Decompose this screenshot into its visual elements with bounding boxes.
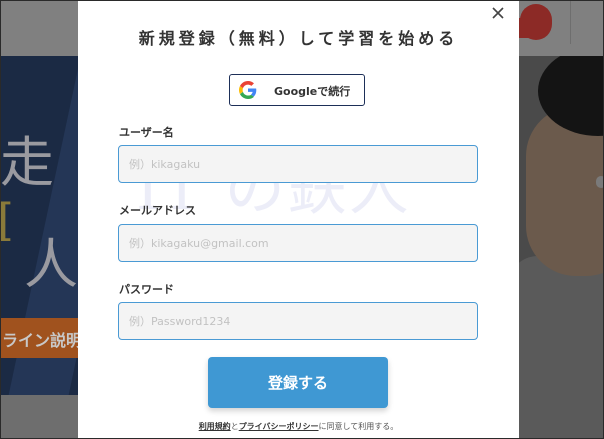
password-label: パスワード [119, 283, 174, 296]
google-button-label: Googleで続行 [274, 85, 351, 98]
background-banner-text: ライン説明 [2, 331, 83, 350]
background-hero-char: I [0, 191, 14, 254]
google-g-icon [239, 81, 257, 99]
username-input[interactable] [118, 145, 478, 183]
modal-title: 新規登録（無料）して学習を始める [138, 29, 459, 48]
person-body [518, 256, 604, 439]
background-hero-char: 人 [24, 233, 78, 296]
close-icon [492, 7, 504, 19]
background-banner: ライン説明 [0, 318, 83, 358]
email-input[interactable] [118, 224, 478, 262]
background-hero-photo [518, 56, 604, 439]
google-signin-button[interactable]: Googleで続行 [229, 74, 365, 106]
privacy-policy-link[interactable]: プライバシーポリシー [239, 422, 319, 431]
terms-link[interactable]: 利用規約 [199, 422, 231, 431]
username-label: ユーザー名 [119, 126, 174, 139]
background-hero-char: 走 [0, 131, 54, 194]
background-button-pill [520, 4, 552, 40]
earbud [596, 176, 604, 188]
signup-modal: 新規登録（無料）して学習を始める Googleで続行 IT の鉄人 ユーザー名 … [78, 0, 519, 439]
register-button[interactable]: 登録する [208, 357, 388, 408]
close-button[interactable] [490, 5, 506, 21]
terms-suffix: に同意して利用する。 [318, 422, 399, 431]
background-strip [0, 395, 80, 439]
password-input[interactable] [118, 302, 478, 340]
terms-and: と [230, 422, 239, 431]
email-label: メールアドレス [119, 204, 196, 217]
background-divider [570, 0, 571, 44]
terms-notice: 利用規約とプライバシーポリシーに同意して利用する。 [78, 421, 519, 432]
